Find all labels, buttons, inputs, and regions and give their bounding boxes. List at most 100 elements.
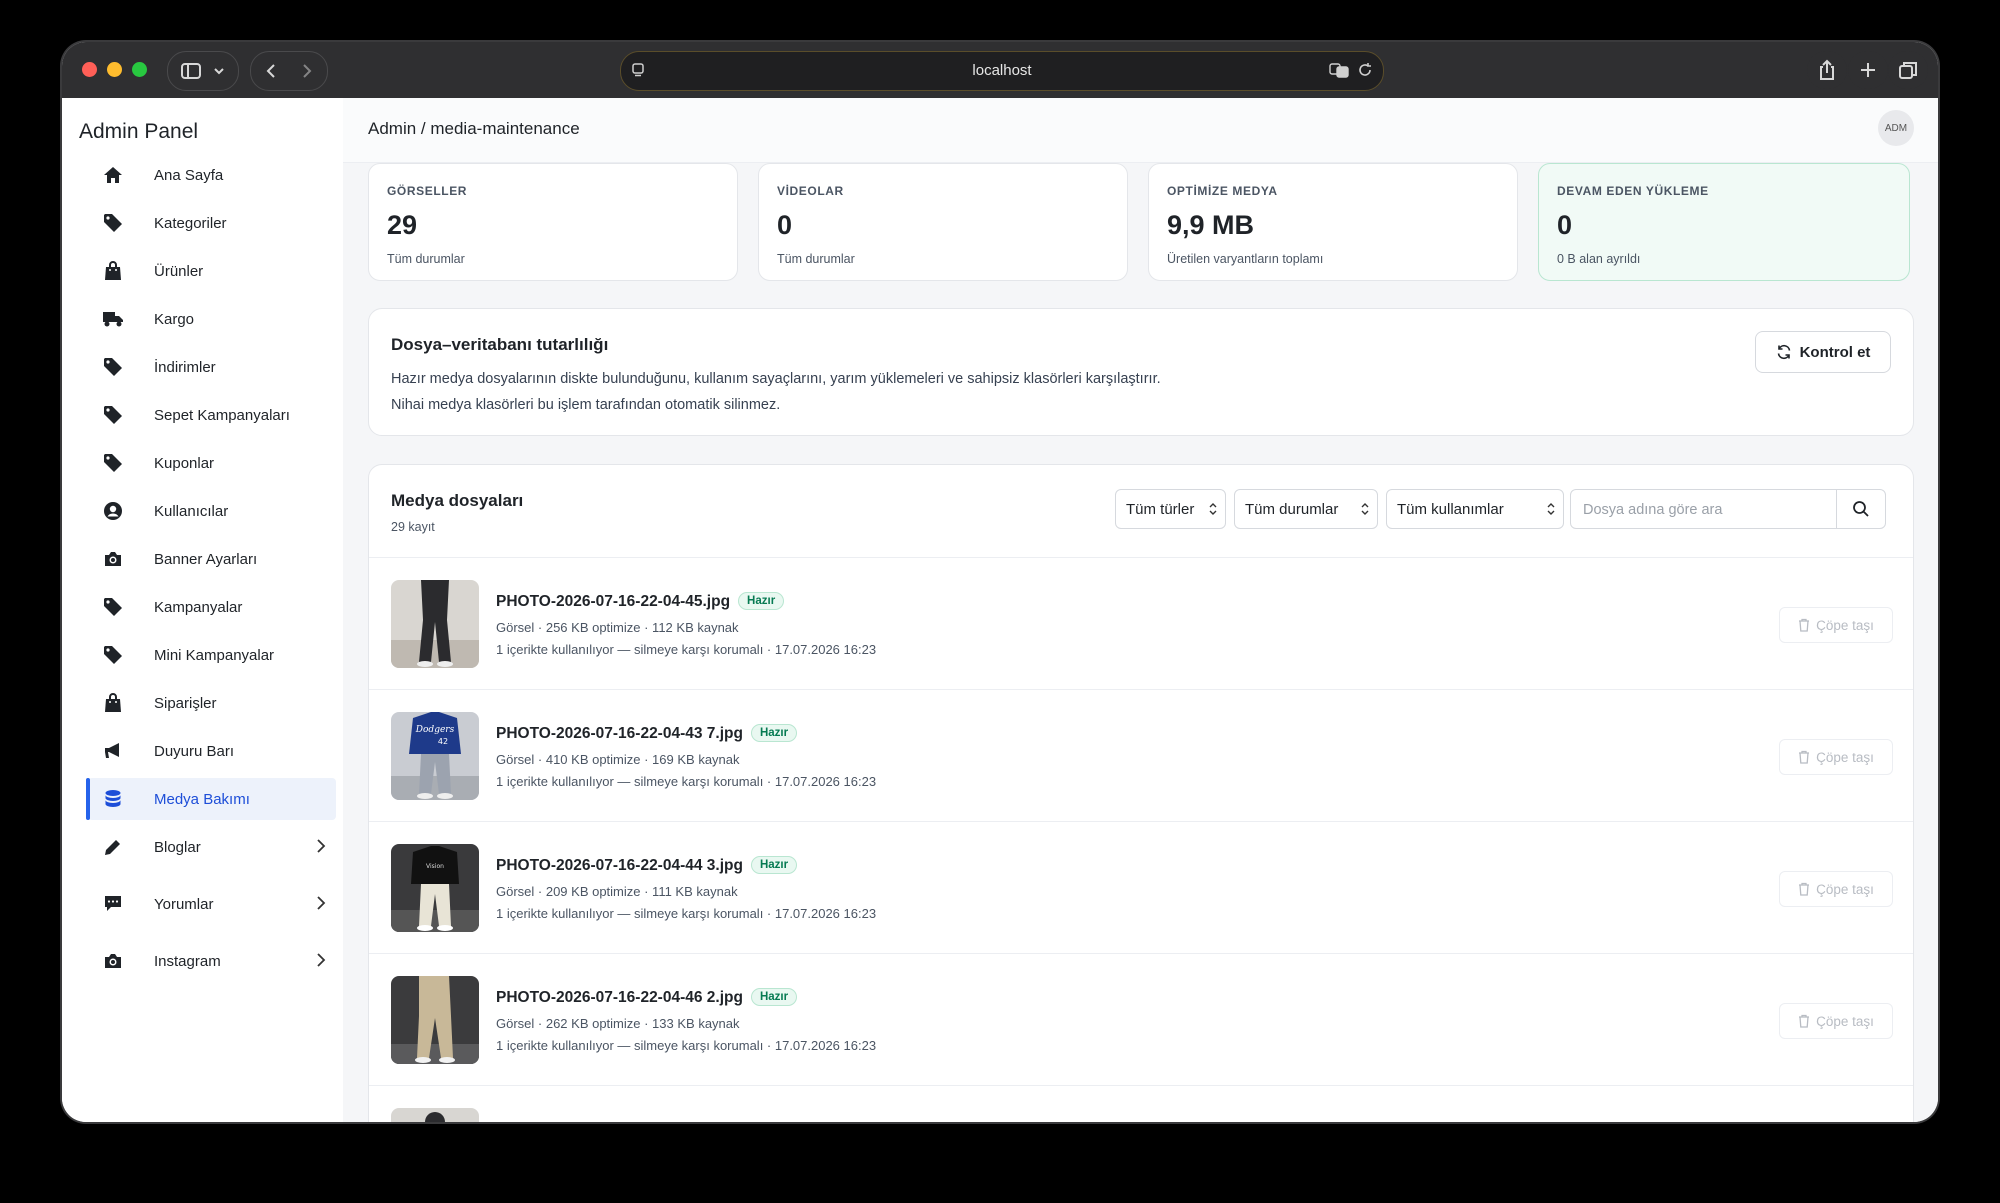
tag-icon [102, 452, 124, 474]
browser-window: localhost Admin Panel Ana Sayfa Kategori… [62, 42, 1938, 1122]
plus-icon [1861, 63, 1875, 77]
integrity-card: Dosya–veritabanı tutarlılığı Hazır medya… [368, 308, 1914, 436]
sidebar-item-kargo[interactable]: Kargo [88, 298, 336, 340]
trash-button[interactable]: Çöpe taşı [1779, 739, 1893, 775]
check-button[interactable]: Kontrol et [1755, 331, 1891, 373]
media-thumbnail [391, 580, 479, 668]
forward-icon[interactable] [301, 63, 313, 79]
sidebar-item-label: Medya Bakımı [154, 790, 250, 808]
sidebar-icon [181, 63, 201, 79]
sidebar-item-label: Bloglar [154, 838, 201, 856]
sidebar-toggle-button[interactable] [167, 51, 239, 91]
usage-filter-select[interactable]: Tüm kullanımlar [1386, 489, 1564, 529]
status-filter-select[interactable]: Tüm durumlar [1234, 489, 1378, 529]
trash-button[interactable]: Çöpe taşı [1779, 1003, 1893, 1039]
trash-button[interactable]: Çöpe taşı [1779, 607, 1893, 643]
sidebar-item-indirimler[interactable]: İndirimler [88, 346, 336, 388]
record-count: 29 kayıt [391, 520, 435, 534]
sidebar-item-label: Ürünler [154, 262, 204, 280]
sidebar-item-duyuru-bari[interactable]: Duyuru Barı [88, 730, 336, 772]
file-usage: 1 içerikte kullanılıyor — silmeye karşı … [496, 774, 877, 789]
sidebar-item-label: İndirimler [154, 358, 216, 376]
stat-card-devam-eden-yukleme: DEVAM EDEN YÜKLEME 0 0 B alan ayrıldı [1538, 163, 1910, 281]
file-meta: Görsel · 256 KB optimize · 112 KB kaynak [496, 620, 739, 635]
status-badge: Hazır [750, 724, 798, 742]
zoom-window-button[interactable] [132, 62, 147, 77]
stat-label: DEVAM EDEN YÜKLEME [1557, 184, 1709, 198]
sidebar-item-label: Ana Sayfa [154, 166, 224, 184]
search-icon [1853, 501, 1869, 517]
sidebar-item-label: Siparişler [154, 694, 217, 712]
megaphone-icon [102, 740, 124, 762]
shopping-bag-icon [102, 692, 124, 714]
sidebar-item-urunler[interactable]: Ürünler [88, 250, 336, 292]
minimize-window-button[interactable] [107, 62, 122, 77]
comment-icon [102, 893, 124, 915]
brand-title: Admin Panel [79, 120, 199, 143]
file-meta: Görsel · 410 KB optimize · 169 KB kaynak [496, 752, 740, 767]
avatar[interactable]: ADM [1878, 110, 1914, 146]
close-window-button[interactable] [82, 62, 97, 77]
file-usage: 1 içerikte kullanılıyor — silmeye karşı … [496, 1038, 877, 1053]
url-text: localhost [972, 62, 1032, 79]
stat-subtext: 0 B alan ayrıldı [1557, 252, 1641, 266]
file-name: PHOTO-2026-07-16-22-04-45.jpg Hazır [496, 592, 785, 611]
reload-icon[interactable] [1357, 62, 1373, 78]
address-bar[interactable]: localhost [620, 51, 1384, 91]
tag-icon [102, 356, 124, 378]
trash-button[interactable]: Çöpe taşı [1779, 871, 1893, 907]
stat-label: OPTİMİZE MEDYA [1167, 184, 1278, 198]
sidebar-item-kampanyalar[interactable]: Kampanyalar [88, 586, 336, 628]
new-tab-button[interactable] [1848, 51, 1888, 89]
sidebar-item-kullanicilar[interactable]: Kullanıcılar [88, 490, 336, 532]
stat-label: VİDEOLAR [777, 184, 844, 198]
select-arrows-icon [1361, 503, 1369, 515]
stat-value: 0 [1557, 210, 1573, 240]
sidebar-item-label: Sepet Kampanyaları [154, 406, 290, 424]
sidebar-item-label: Mini Kampanyalar [154, 646, 275, 664]
sidebar-item-banner-ayarlari[interactable]: Banner Ayarları [88, 538, 336, 580]
sidebar-item-mini-kampanyalar[interactable]: Mini Kampanyalar [88, 634, 336, 676]
top-bar: Admin / media-maintenance ADM [343, 98, 1938, 163]
history-nav [250, 51, 328, 91]
check-button-label: Kontrol et [1799, 343, 1871, 361]
refresh-icon [1777, 344, 1790, 360]
media-row: Dodgers 42 PHOTO-2026-07-16-22-04-43 7.jp… [369, 689, 1913, 822]
sidebar-item-medya-bakimi[interactable]: Medya Bakımı [86, 778, 336, 820]
stat-value: 0 [777, 210, 793, 240]
sidebar-item-ana-sayfa[interactable]: Ana Sayfa [88, 154, 336, 196]
sidebar-item-label: Duyuru Barı [154, 742, 235, 760]
status-badge: Hazır [750, 988, 798, 1006]
camera-icon [102, 548, 124, 570]
media-row: PHOTO-2026-07-16-22-04-45.jpg Hazır Görse… [369, 557, 1913, 690]
trash-button-label: Çöpe taşı [1816, 1013, 1874, 1029]
chevron-down-icon [214, 68, 224, 75]
back-icon[interactable] [265, 63, 277, 79]
file-name-text: PHOTO-2026-07-16-22-04-46 2.jpg [496, 989, 743, 1006]
sidebar-item-bloglar[interactable]: Bloglar [88, 826, 336, 868]
search-input[interactable]: Dosya adına göre ara [1583, 502, 1722, 518]
svg-text:Vision: Vision [426, 863, 444, 870]
type-filter-select[interactable]: Tüm türler [1115, 489, 1226, 529]
file-meta: Görsel · 262 KB optimize · 133 KB kaynak [496, 1016, 740, 1031]
sidebar-item-kategoriler[interactable]: Kategoriler [88, 202, 336, 244]
search-field[interactable]: Dosya adına göre ara [1570, 489, 1886, 529]
stat-subtext: Üretilen varyantların toplamı [1167, 252, 1324, 266]
chevron-right-icon [317, 896, 326, 910]
select-arrows-icon [1209, 503, 1217, 515]
stat-value: 9,9 MB [1167, 210, 1255, 240]
sidebar-item-sepet-kampanyalari[interactable]: Sepet Kampanyaları [88, 394, 336, 436]
sidebar-item-siparisler[interactable]: Siparişler [88, 682, 336, 724]
sidebar-item-label: Kategoriler [154, 214, 227, 232]
media-thumbnail: Dodgers 42 [391, 712, 479, 800]
share-button[interactable] [1807, 51, 1847, 89]
search-button[interactable] [1836, 490, 1885, 528]
sidebar-item-kuponlar[interactable]: Kuponlar [88, 442, 336, 484]
share-icon [1820, 59, 1834, 80]
file-name: PHOTO-2026-07-16-22-04-43 7.jpg Hazır [496, 724, 798, 743]
sidebar-item-yorumlar[interactable]: Yorumlar [88, 883, 336, 925]
sidebar-item-label: Kuponlar [154, 454, 215, 472]
tab-overview-button[interactable] [1888, 51, 1928, 89]
sidebar-item-instagram[interactable]: Instagram [88, 940, 336, 982]
translate-icon[interactable] [1329, 62, 1349, 78]
